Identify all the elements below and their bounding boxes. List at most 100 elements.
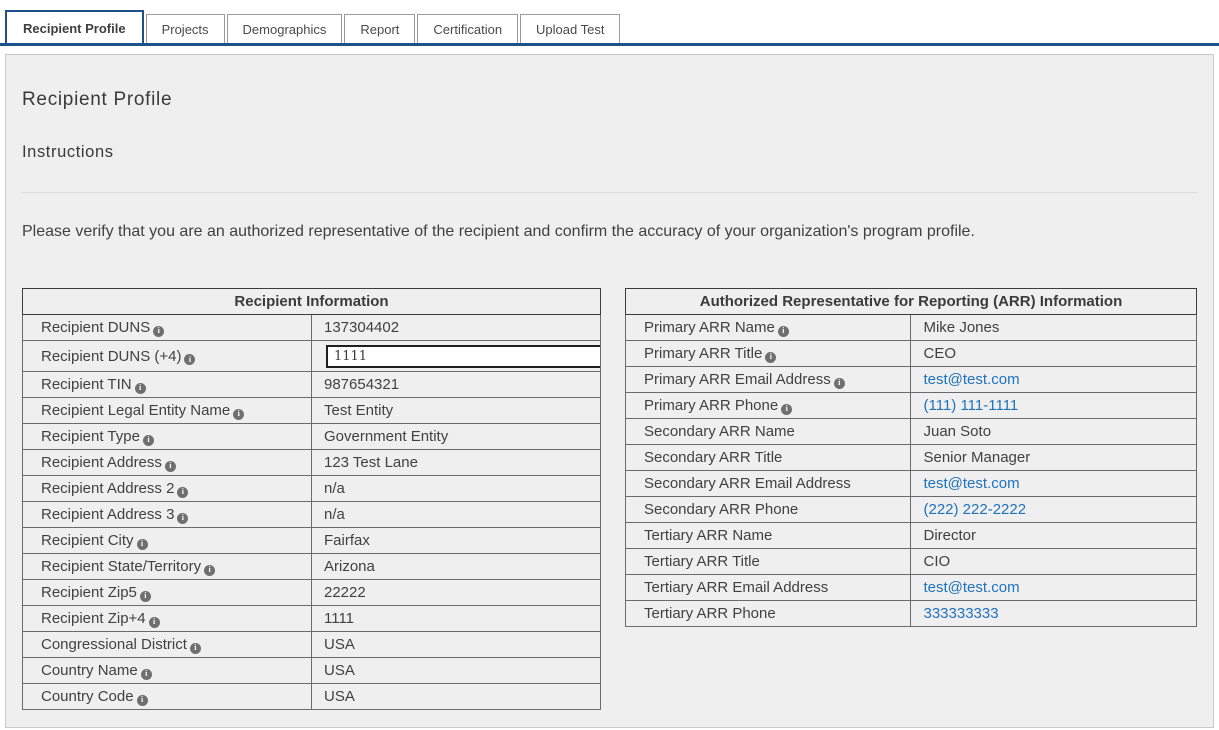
- table-row: Tertiary ARR Email Address test@test.com: [625, 575, 1196, 601]
- instructions-heading: Instructions: [22, 143, 1197, 162]
- table-row: Primary ARR TitleiCEO: [625, 341, 1196, 367]
- row-label-text: Recipient Zip5: [41, 584, 137, 601]
- value-link[interactable]: (222) 222-2222: [923, 501, 1026, 518]
- row-label: Recipient Zip+4i: [23, 606, 312, 632]
- row-value: CIO: [911, 549, 1197, 575]
- row-label: Recipient Typei: [23, 424, 312, 450]
- row-value: USA: [311, 632, 600, 658]
- table-row: Recipient CityiFairfax: [23, 528, 601, 554]
- row-label-text: Recipient Type: [41, 428, 140, 445]
- table-row: Recipient DUNS (+4)i: [23, 341, 601, 372]
- table-row: Primary ARR Email Addressitest@test.com: [625, 367, 1196, 393]
- row-label-text: Tertiary ARR Email Address: [644, 579, 828, 596]
- row-value: test@test.com: [911, 471, 1197, 497]
- duns-plus4-input[interactable]: [326, 345, 601, 368]
- tab-projects[interactable]: Projects: [146, 14, 225, 43]
- row-label-text: Recipient TIN: [41, 376, 132, 393]
- row-value: Test Entity: [311, 398, 600, 424]
- row-value: [311, 341, 600, 372]
- info-icon[interactable]: i: [778, 326, 789, 337]
- info-icon[interactable]: i: [137, 695, 148, 706]
- info-icon[interactable]: i: [177, 513, 188, 524]
- table-row: Recipient Address 2in/a: [23, 476, 601, 502]
- row-label: Recipient Legal Entity Namei: [23, 398, 312, 424]
- info-icon[interactable]: i: [834, 378, 845, 389]
- info-icon[interactable]: i: [165, 461, 176, 472]
- row-label: Recipient State/Territoryi: [23, 554, 312, 580]
- row-value: Director: [911, 523, 1197, 549]
- info-icon[interactable]: i: [190, 643, 201, 654]
- row-value: USA: [311, 658, 600, 684]
- row-value: CEO: [911, 341, 1197, 367]
- value-link[interactable]: test@test.com: [923, 371, 1019, 388]
- page: Recipient Profile Projects Demographics …: [0, 0, 1219, 730]
- table-row: Recipient TypeiGovernment Entity: [23, 424, 601, 450]
- table-row: Recipient DUNSi137304402: [23, 315, 601, 341]
- table-row: Recipient State/TerritoryiArizona: [23, 554, 601, 580]
- row-value: Government Entity: [311, 424, 600, 450]
- row-label-text: Country Code: [41, 688, 134, 705]
- info-icon[interactable]: i: [140, 591, 151, 602]
- row-label-text: Recipient Legal Entity Name: [41, 402, 230, 419]
- info-icon[interactable]: i: [765, 352, 776, 363]
- value-link[interactable]: test@test.com: [923, 475, 1019, 492]
- info-icon[interactable]: i: [149, 617, 160, 628]
- table-row: Secondary ARR Email Address test@test.com: [625, 471, 1196, 497]
- info-icon[interactable]: i: [135, 383, 146, 394]
- row-label: Primary ARR Namei: [625, 315, 911, 341]
- row-value: (111) 111-1111: [911, 393, 1197, 419]
- row-label-text: Recipient City: [41, 532, 134, 549]
- table-row: Secondary ARR Name Juan Soto: [625, 419, 1196, 445]
- table-row: Secondary ARR Phone (222) 222-2222: [625, 497, 1196, 523]
- table-row: Congressional DistrictiUSA: [23, 632, 601, 658]
- info-icon[interactable]: i: [177, 487, 188, 498]
- row-label: Primary ARR Titlei: [625, 341, 911, 367]
- row-label: Recipient Addressi: [23, 450, 312, 476]
- row-value: (222) 222-2222: [911, 497, 1197, 523]
- row-label: Primary ARR Phonei: [625, 393, 911, 419]
- row-label: Recipient DUNSi: [23, 315, 312, 341]
- row-value: n/a: [311, 476, 600, 502]
- row-label: Secondary ARR Phone: [625, 497, 911, 523]
- info-icon[interactable]: i: [137, 539, 148, 550]
- row-label: Country Namei: [23, 658, 312, 684]
- value-link[interactable]: test@test.com: [923, 579, 1019, 596]
- row-label-text: Tertiary ARR Title: [644, 553, 760, 570]
- tab-recipient-profile[interactable]: Recipient Profile: [5, 10, 144, 43]
- tab-certification[interactable]: Certification: [417, 14, 518, 43]
- info-icon[interactable]: i: [204, 565, 215, 576]
- tab-report[interactable]: Report: [344, 14, 415, 43]
- row-label-text: Secondary ARR Phone: [644, 501, 798, 518]
- info-icon[interactable]: i: [233, 409, 244, 420]
- row-value: 987654321: [311, 372, 600, 398]
- row-label-text: Secondary ARR Name: [644, 423, 795, 440]
- row-label: Secondary ARR Email Address: [625, 471, 911, 497]
- tab-bar: Recipient Profile Projects Demographics …: [0, 0, 1219, 46]
- row-value: Juan Soto: [911, 419, 1197, 445]
- recipient-table-title: Recipient Information: [23, 289, 601, 315]
- info-icon[interactable]: i: [153, 326, 164, 337]
- info-icon[interactable]: i: [781, 404, 792, 415]
- value-link[interactable]: 333333333: [923, 605, 998, 622]
- tables-container: Recipient Information Recipient DUNSi137…: [22, 288, 1197, 710]
- info-icon[interactable]: i: [141, 669, 152, 680]
- row-label: Country Codei: [23, 684, 312, 710]
- info-icon[interactable]: i: [184, 354, 195, 365]
- row-label: Recipient TINi: [23, 372, 312, 398]
- row-value: Mike Jones: [911, 315, 1197, 341]
- tab-upload-test[interactable]: Upload Test: [520, 14, 620, 43]
- info-icon[interactable]: i: [143, 435, 154, 446]
- table-row: Recipient Addressi123 Test Lane: [23, 450, 601, 476]
- row-label: Recipient Address 3i: [23, 502, 312, 528]
- row-label: Secondary ARR Title: [625, 445, 911, 471]
- row-label: Recipient Address 2i: [23, 476, 312, 502]
- row-label: Tertiary ARR Name: [625, 523, 911, 549]
- row-label-text: Country Name: [41, 662, 138, 679]
- row-label-text: Recipient Address 2: [41, 480, 174, 497]
- row-label: Secondary ARR Name: [625, 419, 911, 445]
- tab-demographics[interactable]: Demographics: [227, 14, 343, 43]
- value-link[interactable]: (111) 111-1111: [923, 397, 1018, 414]
- row-label: Recipient Zip5i: [23, 580, 312, 606]
- row-label-text: Secondary ARR Title: [644, 449, 782, 466]
- row-label-text: Recipient Address: [41, 454, 162, 471]
